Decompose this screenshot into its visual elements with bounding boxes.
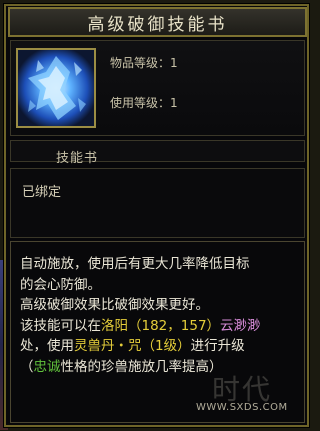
- npc-name: 云渺渺: [220, 317, 261, 334]
- bound-panel: [10, 168, 305, 238]
- desc-text: 进行升级: [190, 338, 245, 354]
- category-bar: [10, 140, 305, 162]
- desc-text: 性格的珍兽施放几率提高）: [60, 358, 223, 375]
- item-level: 物品等级：1: [110, 56, 178, 70]
- trait-name: 忠诚: [33, 358, 61, 375]
- item-description: 自动施放，使用后有更大几率降低目标 的会心防御。 高级破御效果比破御效果更好。 …: [20, 254, 298, 377]
- skill-book-icon: [16, 48, 96, 128]
- desc-line-3: 高级破御效果比破御效果更好。: [20, 297, 209, 313]
- location-text: 洛阳（182，157）: [101, 317, 221, 334]
- desc-line-4: 该技能可以在洛阳（182，157）云渺渺: [20, 316, 298, 337]
- desc-line-5: 处，使用灵兽丹・咒（1级）进行升级: [20, 336, 298, 357]
- desc-line-2: 的会心防御。: [20, 276, 101, 293]
- desc-text: （: [20, 358, 34, 375]
- bound-status: 已绑定: [22, 185, 62, 200]
- upgrade-item-name: 灵兽丹・咒（1级）: [74, 338, 191, 354]
- title-bar: 高级破御技能书: [8, 7, 307, 37]
- desc-text: 该技能可以在: [20, 317, 101, 334]
- desc-text: 处，使用: [20, 338, 74, 354]
- item-title: 高级破御技能书: [87, 14, 228, 35]
- use-level: 使用等级：1: [110, 96, 178, 110]
- watermark-url: WWW.SXDS.COM: [196, 402, 288, 413]
- item-category: 技能书: [56, 151, 99, 166]
- desc-line-1: 自动施放，使用后有更大几率降低目标: [20, 256, 250, 272]
